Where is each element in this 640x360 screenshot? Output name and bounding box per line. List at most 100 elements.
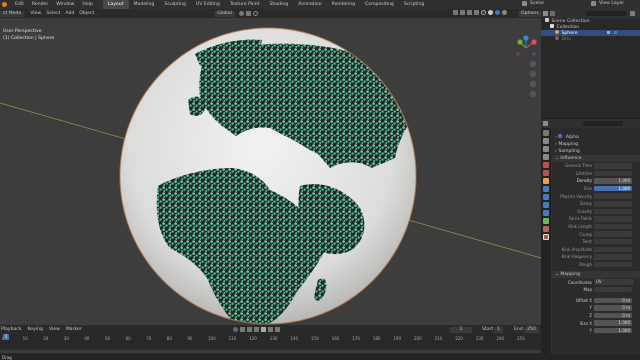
influence-value-field[interactable] [594, 246, 632, 253]
timeline[interactable]: 0102030405060708090100110120130140150160… [0, 334, 541, 354]
properties-search-input[interactable] [583, 121, 623, 126]
influence-value-field[interactable] [594, 193, 632, 199]
wireframe-shading-icon[interactable] [481, 10, 486, 15]
snap-icon[interactable] [245, 11, 251, 16]
xray-icon[interactable] [474, 10, 479, 15]
mode-selector[interactable]: ct Mode [0, 10, 25, 17]
blender-logo-icon[interactable] [2, 2, 7, 7]
display-mode-icon[interactable] [550, 11, 555, 16]
tab-texture-paint[interactable]: Texture Paint [225, 0, 265, 9]
mapping-transform-field[interactable]: 0 m [594, 297, 632, 304]
play-reverse-icon[interactable] [254, 326, 259, 332]
outliner-row-disc[interactable]: Disc [541, 36, 640, 42]
influence-value-field[interactable]: 1.000 [594, 185, 632, 192]
panel-influence[interactable]: ⌄ Influence [552, 155, 640, 162]
mapping-transform-field[interactable]: 1.000 [594, 320, 632, 326]
influence-value-field[interactable] [594, 208, 632, 215]
proportional-edit-icon[interactable] [252, 11, 258, 16]
influence-value-field[interactable] [594, 254, 632, 260]
gizmo-icon[interactable] [460, 10, 465, 15]
uv-map-field[interactable] [594, 286, 632, 293]
transform-orientation-dropdown[interactable]: Global [214, 10, 235, 17]
menu-timeline-view[interactable]: View [49, 325, 60, 334]
tab-layout[interactable]: Layout [102, 0, 129, 9]
tab-compositing[interactable]: Compositing [360, 0, 399, 9]
visibility-icon[interactable] [453, 10, 458, 15]
options-dropdown[interactable]: Options [518, 10, 542, 17]
auto-key-icon[interactable] [233, 326, 238, 332]
influence-value-field[interactable] [594, 170, 632, 177]
scene-selector[interactable]: Scene [521, 1, 544, 6]
influence-value-field[interactable] [594, 163, 632, 169]
properties-editor-icon[interactable] [543, 121, 548, 126]
overlay-icon[interactable] [467, 10, 472, 15]
menu-render[interactable]: Render [32, 0, 48, 9]
playhead[interactable]: 1 [3, 334, 9, 340]
influence-value-field[interactable] [594, 261, 632, 268]
constraints-tab-icon[interactable] [543, 210, 549, 216]
scene-tab-icon[interactable] [543, 162, 549, 168]
mapping-transform-field[interactable]: 0 m [594, 312, 632, 319]
menu-marker[interactable]: Marker [66, 325, 82, 334]
view-layer-selector[interactable]: View Layer [590, 1, 624, 6]
mapping-transform-field[interactable]: 0 m [594, 305, 632, 311]
world-tab-icon[interactable] [543, 170, 549, 176]
pivot-icon[interactable] [238, 11, 244, 16]
influence-value-field[interactable]: 1.000 [594, 178, 632, 184]
tab-shading[interactable]: Shading [264, 0, 293, 9]
current-frame-field[interactable]: 1 [450, 326, 472, 333]
menu-object[interactable]: Object [79, 9, 94, 18]
filter-icon[interactable] [630, 11, 635, 16]
coordinates-dropdown[interactable]: UV [594, 279, 634, 285]
3d-viewport[interactable]: User Perspective (1) Collection | Sphere [0, 18, 541, 325]
scrollbar[interactable] [0, 350, 541, 353]
material-tab-icon[interactable] [543, 226, 549, 232]
panel-mapping-top[interactable]: › Mapping [552, 141, 640, 148]
outliner-editor-icon[interactable] [543, 11, 548, 16]
menu-add[interactable]: Add [65, 9, 74, 18]
texture-tab-icon[interactable] [543, 234, 549, 240]
modifier-tab-icon[interactable] [543, 186, 549, 192]
jump-end-icon[interactable] [275, 326, 280, 332]
view-layer-tab-icon[interactable] [543, 154, 549, 160]
end-frame-field[interactable]: 250 [524, 326, 539, 333]
menu-view[interactable]: View [30, 9, 41, 18]
output-tab-icon[interactable] [543, 146, 549, 152]
tab-scripting[interactable]: Scripting [399, 0, 429, 9]
jump-start-icon[interactable] [240, 326, 245, 332]
alpha-checkbox[interactable] [558, 134, 563, 138]
solid-shading-icon[interactable] [488, 10, 493, 15]
play-icon[interactable] [261, 326, 266, 332]
panel-sampling[interactable]: › Sampling [552, 148, 640, 155]
panel-alpha[interactable]: › Alpha [552, 134, 640, 141]
material-shading-icon[interactable] [495, 10, 500, 15]
rendered-shading-icon[interactable] [502, 10, 507, 15]
menu-select[interactable]: Select [46, 9, 60, 18]
menu-help[interactable]: Help [82, 0, 92, 9]
tab-uv-editing[interactable]: UV Editing [191, 0, 225, 9]
tab-sculpting[interactable]: Sculpting [159, 0, 190, 9]
tab-modeling[interactable]: Modeling [129, 0, 160, 9]
menu-keying[interactable]: Keying [28, 325, 43, 334]
influence-value-field[interactable] [594, 201, 632, 207]
influence-value-field[interactable] [594, 238, 632, 245]
prev-keyframe-icon[interactable] [247, 326, 252, 332]
tool-tab-icon[interactable] [543, 130, 549, 136]
influence-value-field[interactable] [594, 216, 632, 222]
next-keyframe-icon[interactable] [268, 326, 273, 332]
menu-playback[interactable]: Playback [1, 325, 22, 334]
menu-window[interactable]: Window [56, 0, 74, 9]
tab-rendering[interactable]: Rendering [327, 0, 360, 9]
particles-tab-icon[interactable] [543, 194, 549, 200]
start-frame-field[interactable]: 1 [494, 326, 503, 333]
physics-tab-icon[interactable] [543, 202, 549, 208]
data-tab-icon[interactable] [543, 218, 549, 224]
tab-animation[interactable]: Animation [293, 0, 326, 9]
menu-edit[interactable]: Edit [15, 0, 24, 9]
influence-value-field[interactable] [594, 223, 632, 230]
object-tab-icon[interactable] [543, 178, 549, 184]
render-tab-icon[interactable] [543, 138, 549, 144]
mapping-transform-field[interactable]: 1.000 [594, 327, 632, 334]
panel-mapping[interactable]: ⌄ Mapping [552, 271, 640, 279]
influence-value-field[interactable] [594, 231, 632, 237]
